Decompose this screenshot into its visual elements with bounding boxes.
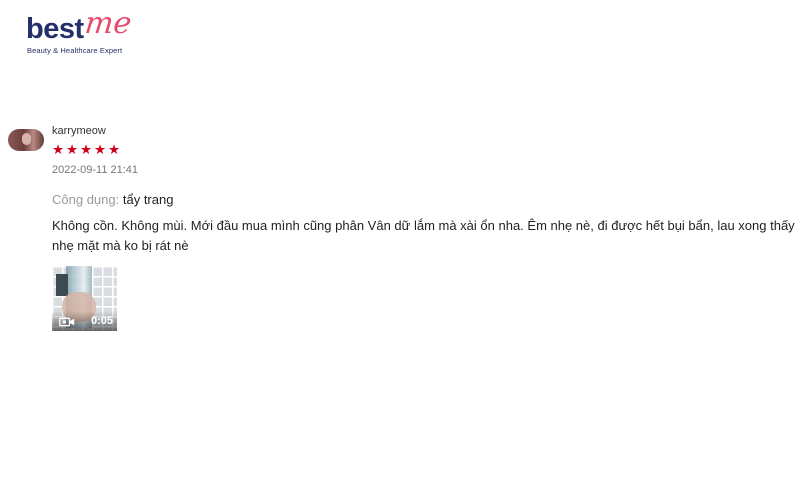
star-icon: ★ xyxy=(108,142,121,158)
logo-me-text: me xyxy=(82,6,133,41)
logo-best-text: best xyxy=(26,13,84,45)
usage-label: Công dụng: xyxy=(52,192,120,207)
thumbnail-bottle-label xyxy=(56,274,68,296)
review-timestamp: 2022-09-11 21:41 xyxy=(52,164,139,176)
star-icon: ★ xyxy=(52,142,65,158)
review-body: karrymeow ★ ★ ★ ★ ★ 2022-09-11 21:41 Công dụ… xyxy=(52,124,798,256)
review-video-thumbnail[interactable]: 0:05 xyxy=(52,266,117,331)
star-icon: ★ xyxy=(94,142,107,158)
review-comment: Không cồn. Không mùi. Mới đầu mua mình c… xyxy=(52,218,795,253)
video-camera-icon xyxy=(59,317,75,327)
star-rating: ★ ★ ★ ★ ★ xyxy=(52,143,798,157)
review-username[interactable]: karrymeow xyxy=(52,124,798,138)
logo-wordmark: bestme xyxy=(26,6,133,46)
logo-tagline: Beauty & Healthcare Expert xyxy=(27,46,123,55)
star-icon: ★ xyxy=(80,142,93,158)
avatar[interactable] xyxy=(8,129,44,151)
video-duration: 0:05 xyxy=(90,315,113,327)
brand-logo[interactable]: bestme Beauty & Healthcare Expert xyxy=(26,6,166,58)
page: bestme Beauty & Healthcare Expert karrym… xyxy=(0,0,800,500)
usage-line: Công dụng: tẩy trang xyxy=(52,191,798,208)
usage-value: tẩy trang xyxy=(122,192,174,207)
star-icon: ★ xyxy=(66,142,79,158)
